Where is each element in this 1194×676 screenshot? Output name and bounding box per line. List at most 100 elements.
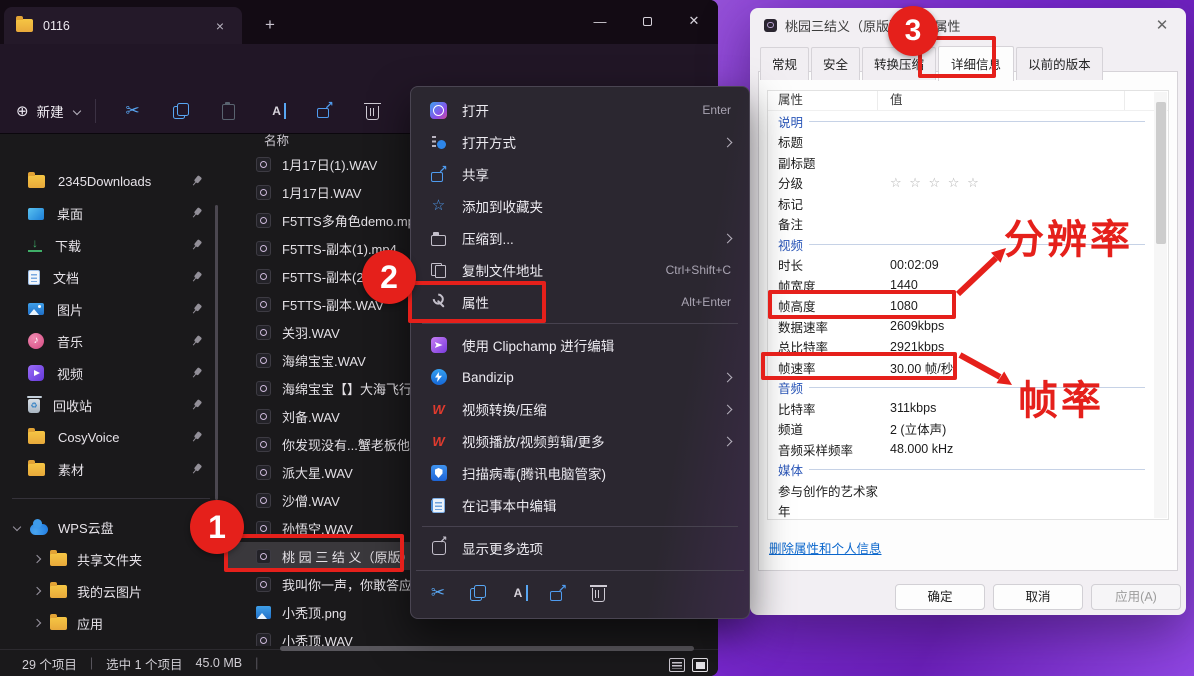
thumbnail-view-icon[interactable] (692, 658, 708, 672)
sidebar-item[interactable]: 素材 (0, 453, 222, 485)
chevron-down-icon[interactable] (13, 523, 21, 531)
copy-icon (173, 103, 189, 119)
scrollbar-thumb[interactable] (1156, 102, 1166, 244)
wps-icon (430, 402, 447, 416)
sidebar-tree-item[interactable]: 应用 (0, 607, 222, 639)
menu-item[interactable]: 打开方式 (416, 126, 744, 158)
folder-icon (50, 617, 67, 630)
toolbar-button[interactable] (301, 91, 349, 131)
sidebar-item[interactable]: 回收站 (0, 389, 222, 421)
chevron-right-icon[interactable] (33, 619, 41, 627)
menu-item[interactable]: 打开 Enter (416, 94, 744, 126)
tab-close-icon[interactable]: × (210, 18, 230, 34)
menu-item[interactable]: 使用 Clipchamp 进行编辑 (416, 329, 744, 361)
document-icon (28, 270, 40, 285)
sidebar-scrollbar[interactable] (215, 205, 218, 500)
dialog-close-icon[interactable]: ✕ (1152, 16, 1172, 36)
ok-button[interactable]: 确定 (895, 584, 985, 610)
pin-icon (188, 301, 205, 318)
sidebar-item[interactable]: 音乐 (0, 325, 222, 357)
chevron-right-icon (723, 137, 733, 147)
sidebar-item[interactable]: 文档 (0, 261, 222, 293)
quick-action-button[interactable] (498, 578, 538, 608)
media-icon (256, 185, 271, 200)
wps-icon (430, 434, 447, 448)
details-scrollbar[interactable] (1154, 92, 1167, 518)
menu-item[interactable]: 在记事本中编辑 (416, 489, 744, 521)
videos-icon (28, 365, 44, 381)
chevron-right-icon[interactable] (33, 587, 41, 595)
media-icon (256, 353, 271, 368)
menu-item[interactable]: 显示更多选项 (416, 532, 744, 564)
delete-icon (592, 588, 605, 602)
new-tab-button[interactable]: + (256, 12, 284, 38)
folder-icon (28, 463, 45, 476)
pin-icon (188, 173, 205, 190)
sidebar-item[interactable]: 图片 (0, 293, 222, 325)
tencent-shield-icon (431, 465, 447, 481)
minimize-button[interactable]: — (577, 2, 623, 40)
quick-action-button[interactable] (418, 578, 458, 608)
horizontal-scrollbar[interactable] (280, 646, 694, 651)
menu-item[interactable]: Bandizip (416, 361, 744, 393)
dialog-tab[interactable]: 以前的版本 (1016, 47, 1103, 80)
bandizip-icon (431, 369, 447, 385)
desktop: 0116 × + — ✕ ← → ↑ ↻ … (0, 0, 1194, 676)
sidebar-tree-item[interactable]: 我的云图片 (0, 575, 222, 607)
copy-icon (470, 585, 486, 601)
media-icon (256, 325, 271, 340)
new-button[interactable]: ⊕ 新建 (16, 101, 80, 121)
title-bar: 0116 × + — ✕ (0, 0, 718, 44)
dialog-tab[interactable]: 常规 (760, 47, 809, 80)
explorer-tab[interactable]: 0116 × (4, 7, 242, 44)
chevron-right-icon[interactable] (33, 555, 41, 563)
media-icon (256, 157, 271, 172)
detail-row: 参与创作的艺术家 (768, 480, 1153, 501)
desktop-icon (28, 208, 44, 220)
toolbar-button[interactable] (349, 91, 397, 131)
toolbar-button[interactable] (205, 91, 253, 131)
download-icon (28, 238, 42, 252)
menu-item[interactable]: 扫描病毒(腾讯电脑管家) (416, 457, 744, 489)
recycle-bin-icon (28, 399, 40, 413)
menu-item[interactable] (422, 323, 738, 324)
address-bar-row: ← → ↑ ↻ … AI (0, 44, 718, 88)
dialog-tab[interactable]: 安全 (811, 47, 860, 80)
pin-icon (188, 461, 205, 478)
sidebar-item[interactable]: 下载 (0, 229, 222, 261)
menu-item[interactable]: 视频转换/压缩 (416, 393, 744, 425)
toolbar-button[interactable] (157, 91, 205, 131)
sidebar-item-wps-cloud[interactable]: WPS云盘 (0, 511, 222, 543)
status-bar: 29 个项目 | 选中 1 个项目 45.0 MB | (0, 649, 718, 676)
menu-item[interactable]: 共享 (416, 158, 744, 190)
sidebar-item[interactable]: 2345Downloads (0, 165, 222, 197)
media-icon (256, 269, 271, 284)
file-row[interactable]: 小秃顶.WAV (226, 626, 688, 646)
quick-action-button[interactable] (538, 578, 578, 608)
details-view-icon[interactable] (669, 658, 685, 672)
maximize-button[interactable] (624, 2, 670, 40)
favorite-icon (431, 198, 447, 214)
sidebar-item[interactable]: 桌面 (0, 197, 222, 229)
step-3-badge: 3 (888, 6, 938, 56)
cancel-button[interactable]: 取消 (993, 584, 1083, 610)
quick-action-button[interactable] (578, 578, 618, 608)
delete-icon (366, 106, 379, 120)
notepad-icon (432, 498, 445, 513)
close-button[interactable]: ✕ (671, 2, 717, 40)
pin-icon (188, 333, 205, 350)
quick-action-button[interactable] (458, 578, 498, 608)
remove-properties-link[interactable]: 删除属性和个人信息 (769, 538, 882, 557)
menu-item[interactable] (422, 526, 738, 527)
chevron-right-icon (723, 404, 733, 414)
sidebar-item[interactable]: 视频 (0, 357, 222, 389)
menu-item[interactable]: 添加到收藏夹 (416, 190, 744, 222)
sidebar-tree-item[interactable]: 共享文件夹 (0, 543, 222, 575)
image-icon (256, 606, 271, 619)
menu-item[interactable]: 视频播放/视频剪辑/更多 (416, 425, 744, 457)
sidebar-item[interactable]: CosyVoice (0, 421, 222, 453)
framerate-annotation-label: 帧率 (1018, 381, 1104, 421)
toolbar-button[interactable] (109, 91, 157, 131)
menu-item[interactable]: 压缩到... (416, 222, 744, 254)
toolbar-button[interactable] (253, 91, 301, 131)
